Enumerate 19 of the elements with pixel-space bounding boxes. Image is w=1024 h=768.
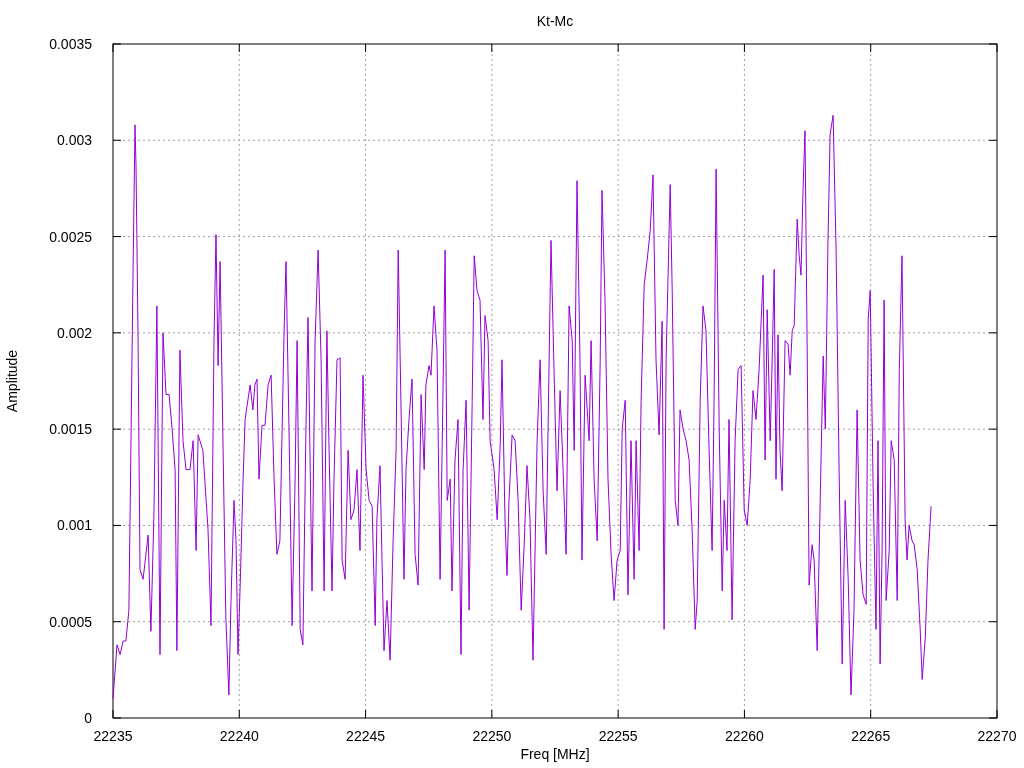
tick-label: 22250 [472, 728, 512, 744]
y-axis-label: Amplitude [4, 349, 20, 413]
tick-label: 0.0015 [49, 421, 92, 438]
tick-label: 0 [84, 710, 92, 726]
chart-title: Kt-Mc [536, 13, 574, 29]
tick-label: 22245 [346, 728, 386, 744]
tick-label: 0.003 [56, 132, 92, 149]
tick-label: 22255 [598, 728, 638, 744]
tick-label: 0.0025 [49, 228, 92, 245]
tick-label: 22270 [977, 728, 1017, 744]
tick-label: 0.001 [56, 517, 92, 534]
tick-label: 22265 [851, 728, 891, 744]
tick-label: 0.0035 [49, 36, 92, 52]
tick-label: 22260 [724, 728, 764, 744]
tick-label: 0.0005 [49, 613, 92, 630]
tick-label: 22240 [219, 728, 259, 744]
tick-label: 22235 [93, 728, 133, 744]
tick-label: 0.002 [56, 324, 92, 341]
x-axis-label: Freq [MHz] [520, 746, 590, 762]
